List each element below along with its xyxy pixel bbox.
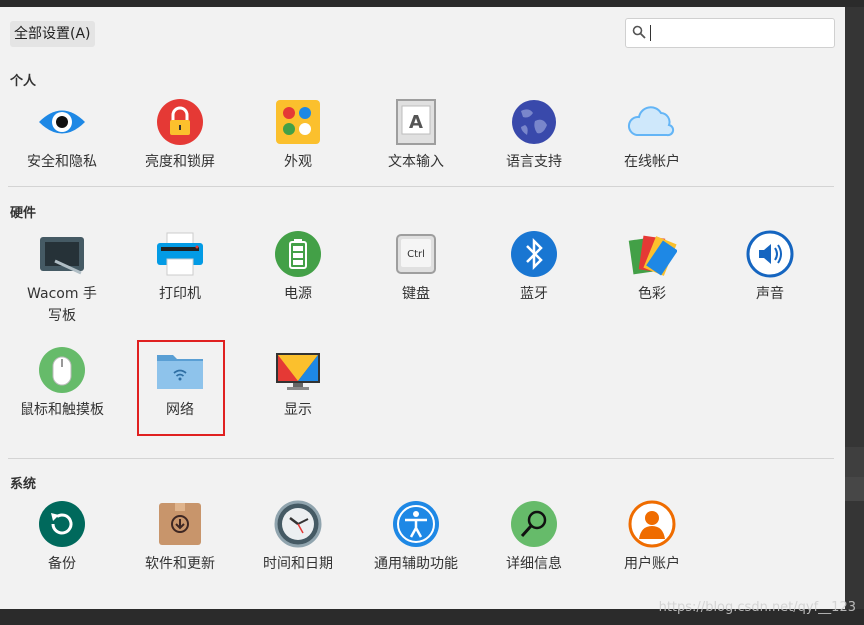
palette-dots-icon — [276, 100, 320, 144]
item-label: 亮度和锁屏 — [145, 154, 215, 170]
details-magnifier-icon — [511, 501, 557, 547]
background-window-strip — [845, 7, 864, 625]
color-cards-icon — [628, 235, 677, 276]
item-display[interactable]: 显示 — [239, 345, 357, 421]
item-label: 显示 — [284, 402, 312, 418]
item-label: 用户账户 — [624, 556, 680, 572]
item-user-accounts[interactable]: 用户账户 — [593, 499, 711, 575]
clock-icon — [274, 500, 322, 548]
svg-text:A: A — [409, 112, 423, 133]
item-label: 通用辅助功能 — [374, 556, 458, 572]
section-title-hardware: 硬件 — [10, 206, 37, 221]
tablet-pen-icon — [40, 237, 84, 275]
backup-icon — [39, 501, 85, 547]
watermark: https://blog.csdn.net/qyf__123 — [658, 600, 856, 615]
highlight-box — [137, 340, 225, 436]
printer-icon — [157, 232, 203, 276]
item-keyboard[interactable]: Ctrl 键盘 — [357, 229, 475, 305]
item-label: 键盘 — [402, 286, 430, 302]
item-label: 语言支持 — [506, 154, 562, 170]
text-input-icon: A — [396, 99, 436, 145]
item-label: 蓝牙 — [520, 286, 548, 302]
item-label: 详细信息 — [506, 556, 562, 572]
item-label: 鼠标和触摸板 — [20, 402, 104, 418]
item-label: Wacom 手写板 — [27, 286, 97, 324]
battery-icon — [275, 231, 321, 277]
item-label: 备份 — [48, 556, 76, 572]
eye-icon — [39, 110, 85, 134]
svg-text:Ctrl: Ctrl — [407, 249, 425, 260]
item-details[interactable]: 详细信息 — [475, 499, 593, 575]
item-label: 软件和更新 — [145, 556, 215, 572]
item-label: 安全和隐私 — [27, 154, 97, 170]
item-language-support[interactable]: 语言支持 — [475, 97, 593, 173]
padlock-icon — [157, 99, 203, 145]
monitor-icon — [276, 353, 320, 390]
item-accessibility[interactable]: 通用辅助功能 — [357, 499, 475, 575]
all-settings-button[interactable]: 全部设置(A) — [10, 21, 95, 47]
item-label: 外观 — [284, 154, 312, 170]
item-label: 色彩 — [638, 286, 666, 302]
section-title-system: 系统 — [10, 477, 37, 492]
user-account-icon — [628, 500, 676, 548]
accessibility-icon — [393, 501, 439, 547]
search-icon — [632, 25, 646, 39]
search-input[interactable] — [625, 18, 835, 48]
cloud-icon — [628, 106, 675, 137]
speaker-icon — [746, 230, 794, 278]
mouse-icon — [39, 347, 85, 393]
item-printer[interactable]: 打印机 — [121, 229, 239, 305]
item-label: 时间和日期 — [263, 556, 333, 572]
item-bluetooth[interactable]: 蓝牙 — [475, 229, 593, 305]
item-software-updates[interactable]: 软件和更新 — [121, 499, 239, 575]
item-wacom-tablet[interactable]: Wacom 手写板 — [3, 229, 121, 327]
item-appearance[interactable]: 外观 — [239, 97, 357, 173]
item-label: 打印机 — [159, 286, 201, 302]
item-label: 声音 — [756, 286, 784, 302]
item-text-input[interactable]: A 文本输入 — [357, 97, 475, 173]
item-sound[interactable]: 声音 — [711, 229, 829, 305]
section-title-personal: 个人 — [10, 74, 37, 89]
section-divider — [8, 458, 834, 459]
item-mouse-touchpad[interactable]: 鼠标和触摸板 — [3, 345, 121, 421]
item-brightness-lock[interactable]: 亮度和锁屏 — [121, 97, 239, 173]
item-time-date[interactable]: 时间和日期 — [239, 499, 357, 575]
keyboard-ctrl-icon: Ctrl — [396, 234, 436, 274]
item-label: 在线帐户 — [624, 154, 680, 170]
bluetooth-icon — [511, 231, 557, 277]
top-strip — [0, 0, 864, 7]
item-power[interactable]: 电源 — [239, 229, 357, 305]
settings-window: 全部设置(A) 个人 安全和隐私 亮度和锁屏 外观 A 文本输入 语言支持 在线… — [0, 7, 845, 609]
item-color[interactable]: 色彩 — [593, 229, 711, 305]
software-update-icon — [159, 503, 201, 545]
item-label: 电源 — [284, 286, 312, 302]
section-divider — [8, 186, 834, 187]
item-label: 文本输入 — [388, 154, 444, 170]
item-security-privacy[interactable]: 安全和隐私 — [3, 97, 121, 173]
item-online-accounts[interactable]: 在线帐户 — [593, 97, 711, 173]
globe-icon — [512, 100, 556, 144]
item-backup[interactable]: 备份 — [3, 499, 121, 575]
text-cursor — [650, 25, 651, 41]
